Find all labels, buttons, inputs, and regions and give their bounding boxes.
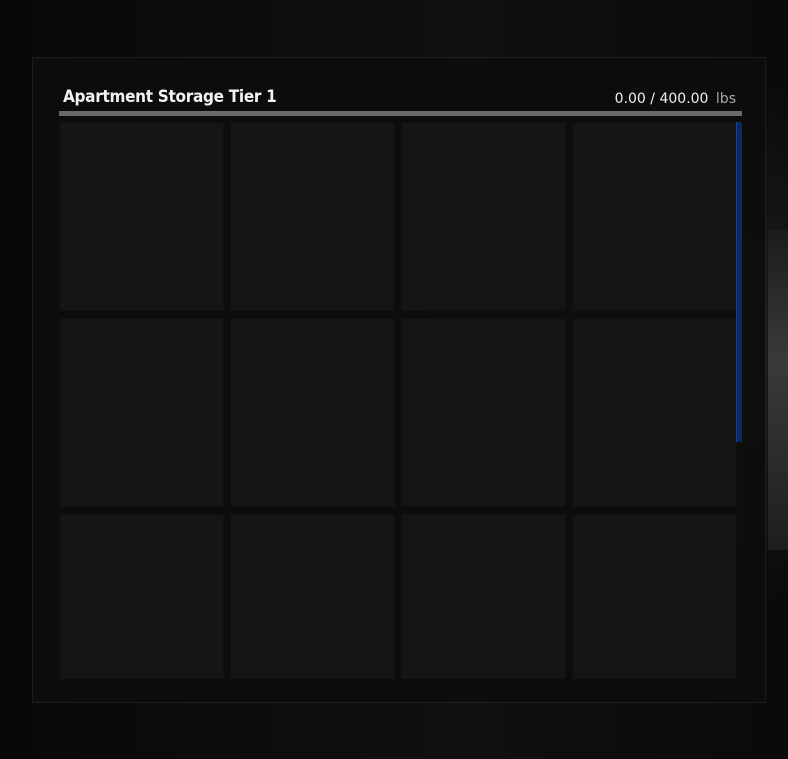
weight-readout: 0.00 / 400.00 lbs bbox=[615, 91, 736, 107]
weight-current: 0.00 bbox=[614, 91, 646, 107]
weight-bar bbox=[59, 111, 742, 116]
storage-title: Apartment Storage Tier 1 bbox=[63, 87, 277, 107]
inventory-slot[interactable] bbox=[59, 318, 224, 507]
inventory-slot[interactable] bbox=[572, 514, 737, 679]
inventory-slot[interactable] bbox=[230, 122, 395, 311]
inventory-grid bbox=[59, 122, 737, 679]
weight-unit: lbs bbox=[715, 91, 736, 107]
weight-separator: / bbox=[650, 91, 656, 107]
inventory-slot[interactable] bbox=[401, 122, 566, 311]
inventory-slot[interactable] bbox=[59, 122, 224, 311]
inventory-slot[interactable] bbox=[230, 318, 395, 507]
storage-panel: Apartment Storage Tier 1 0.00 / 400.00 l… bbox=[32, 57, 766, 703]
inventory-slot[interactable] bbox=[401, 318, 566, 507]
inventory-scrollbar[interactable] bbox=[736, 122, 742, 442]
weight-max: 400.00 bbox=[659, 91, 709, 107]
inventory-slot[interactable] bbox=[572, 122, 737, 311]
inventory-slot[interactable] bbox=[230, 514, 395, 679]
inventory-slot[interactable] bbox=[401, 514, 566, 679]
storage-header: Apartment Storage Tier 1 0.00 / 400.00 l… bbox=[59, 86, 742, 112]
inventory-slot[interactable] bbox=[572, 318, 737, 507]
background-scene-detail bbox=[768, 230, 788, 550]
inventory-slot[interactable] bbox=[59, 514, 224, 679]
